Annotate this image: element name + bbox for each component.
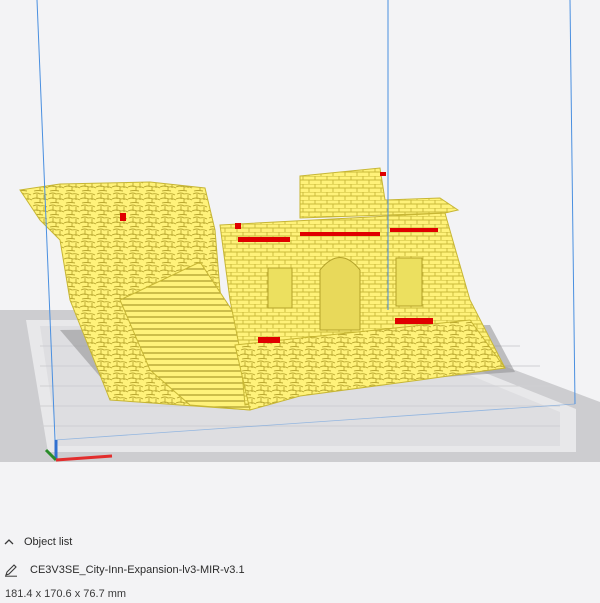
build-volume-edge-right (569, 0, 576, 405)
object-list-toggle[interactable]: Object list (4, 536, 72, 548)
model-back-wall (299, 167, 460, 219)
chevron-up-icon[interactable] (4, 537, 14, 547)
model-window-right (395, 257, 423, 307)
object-list-label[interactable]: Object list (24, 536, 72, 548)
object-list-panel: Object list CE3V3SE_City-Inn-Expansion-l… (0, 530, 600, 603)
3d-viewport[interactable] (0, 0, 600, 530)
object-list-item[interactable]: CE3V3SE_City-Inn-Expansion-lv3-MIR-v3.1 (4, 563, 245, 577)
model-doorway (319, 257, 361, 331)
model-window-left (267, 267, 293, 309)
object-name[interactable]: CE3V3SE_City-Inn-Expansion-lv3-MIR-v3.1 (30, 564, 245, 576)
viewport-canvas[interactable] (0, 0, 600, 530)
slicer-window: Object list CE3V3SE_City-Inn-Expansion-l… (0, 0, 600, 603)
object-dimensions: 181.4 x 170.6 x 76.7 mm (5, 588, 127, 600)
pencil-icon[interactable] (4, 563, 18, 577)
